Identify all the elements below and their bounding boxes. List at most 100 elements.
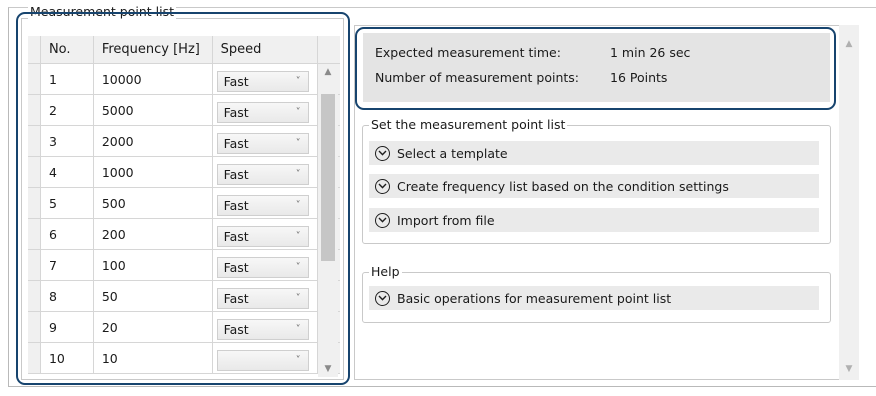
point-count-label: Number of measurement points:	[375, 70, 579, 85]
expected-time-value: 1 min 26 sec	[610, 45, 691, 60]
create-frequency-list-expander[interactable]: Create frequency list based on the condi…	[369, 174, 819, 198]
cell-no[interactable]: 5	[40, 187, 94, 219]
expander-label: Create frequency list based on the condi…	[397, 178, 729, 194]
table-row[interactable]: 4 1000 Fast ˅	[28, 156, 340, 188]
cell-frequency[interactable]: 20	[93, 311, 213, 343]
cell-no[interactable]: 3	[40, 125, 94, 157]
cell-frequency[interactable]: 100	[93, 249, 213, 281]
cell-frequency[interactable]: 10000	[93, 63, 213, 95]
speed-dropdown[interactable]: Fast ˅	[216, 257, 309, 278]
table-row[interactable]: 3 2000 Fast ˅	[28, 125, 340, 157]
column-header-speed[interactable]: Speed	[212, 36, 318, 64]
chevron-down-icon: ˅	[295, 107, 301, 118]
speed-value: Fast	[223, 136, 249, 151]
table-row[interactable]: 8 50 Fast ˅	[28, 280, 340, 312]
speed-dropdown[interactable]: ˅	[216, 350, 309, 371]
speed-dropdown[interactable]: Fast ˅	[216, 226, 309, 247]
row-header[interactable]	[28, 187, 41, 219]
table-row[interactable]: 5 500 Fast ˅	[28, 187, 340, 219]
cell-frequency[interactable]: 5000	[93, 94, 213, 126]
chevron-down-icon: ˅	[295, 262, 301, 273]
cell-speed: Fast ˅	[212, 125, 318, 157]
expand-circle-icon	[375, 290, 390, 306]
expand-circle-icon	[375, 178, 390, 194]
scroll-up-icon[interactable]: ▲	[318, 67, 338, 77]
expand-circle-icon	[375, 212, 390, 228]
row-header[interactable]	[28, 249, 41, 281]
speed-value: Fast	[223, 260, 249, 275]
measurement-point-list-title: Measurement point list	[28, 5, 177, 19]
row-header-corner	[28, 36, 41, 64]
cell-no[interactable]: 2	[40, 94, 94, 126]
cell-frequency[interactable]: 1000	[93, 156, 213, 188]
speed-value: Fast	[223, 322, 249, 337]
speed-dropdown[interactable]: Fast ˅	[216, 288, 309, 309]
cell-speed: Fast ˅	[212, 63, 318, 95]
cell-no[interactable]: 1	[40, 63, 94, 95]
cell-no[interactable]: 9	[40, 311, 94, 343]
basic-operations-expander[interactable]: Basic operations for measurement point l…	[369, 286, 819, 310]
cell-frequency[interactable]: 50	[93, 280, 213, 312]
column-header-no[interactable]: No.	[40, 36, 94, 64]
cell-speed: Fast ˅	[212, 156, 318, 188]
row-header[interactable]	[28, 342, 41, 374]
row-header[interactable]	[28, 156, 41, 188]
panel-vertical-scrollbar[interactable]: ▲ ▼	[839, 25, 859, 380]
cell-speed: ˅	[212, 342, 318, 374]
measurement-point-grid: No. Frequency [Hz] Speed 1 10000 Fast ˅ 2 500…	[28, 36, 340, 380]
table-row[interactable]: 1 10000 Fast ˅	[28, 63, 340, 95]
speed-dropdown[interactable]: Fast ˅	[216, 71, 309, 92]
table-row[interactable]: 9 20 Fast ˅	[28, 311, 340, 343]
row-header[interactable]	[28, 311, 41, 343]
import-from-file-expander[interactable]: Import from file	[369, 208, 819, 232]
expand-circle-icon	[375, 145, 390, 161]
table-row[interactable]: 7 100 Fast ˅	[28, 249, 340, 281]
column-header-frequency[interactable]: Frequency [Hz]	[93, 36, 213, 64]
row-header[interactable]	[28, 125, 41, 157]
scroll-down-icon[interactable]: ▼	[839, 364, 859, 374]
cell-no[interactable]: 4	[40, 156, 94, 188]
scrollbar-thumb[interactable]	[321, 94, 335, 261]
chevron-down-icon: ˅	[295, 169, 301, 180]
measurement-summary-panel	[363, 33, 830, 102]
cell-frequency[interactable]: 10	[93, 342, 213, 374]
cell-speed: Fast ˅	[212, 218, 318, 250]
chevron-down-icon: ˅	[295, 231, 301, 242]
scroll-down-icon[interactable]: ▼	[318, 364, 338, 374]
column-header-filler	[317, 36, 340, 64]
row-header[interactable]	[28, 63, 41, 95]
speed-dropdown[interactable]: Fast ˅	[216, 102, 309, 123]
expander-label: Import from file	[397, 212, 495, 228]
cell-frequency[interactable]: 500	[93, 187, 213, 219]
speed-dropdown[interactable]: Fast ˅	[216, 133, 309, 154]
cell-no[interactable]: 8	[40, 280, 94, 312]
select-template-expander[interactable]: Select a template	[369, 141, 819, 165]
cell-no[interactable]: 6	[40, 218, 94, 250]
list-vertical-scrollbar[interactable]: ▲ ▼	[318, 64, 338, 377]
chevron-down-icon: ˅	[295, 324, 301, 335]
measurement-point-table: No. Frequency [Hz] Speed 1 10000 Fast ˅ 2 500…	[28, 36, 340, 374]
row-header[interactable]	[28, 218, 41, 250]
expander-label: Basic operations for measurement point l…	[397, 290, 672, 306]
speed-dropdown[interactable]: Fast ˅	[216, 195, 309, 216]
cell-frequency[interactable]: 200	[93, 218, 213, 250]
cell-frequency[interactable]: 2000	[93, 125, 213, 157]
table-row[interactable]: 6 200 Fast ˅	[28, 218, 340, 250]
cell-no[interactable]: 7	[40, 249, 94, 281]
row-header[interactable]	[28, 94, 41, 126]
table-row[interactable]: 2 5000 Fast ˅	[28, 94, 340, 126]
expander-label: Select a template	[397, 145, 508, 161]
cell-speed: Fast ˅	[212, 311, 318, 343]
speed-dropdown[interactable]: Fast ˅	[216, 164, 309, 185]
table-row[interactable]: 10 10 ˅	[28, 342, 340, 374]
scroll-up-icon[interactable]: ▲	[839, 39, 859, 49]
table-header-row: No. Frequency [Hz] Speed	[28, 36, 340, 64]
speed-value: Fast	[223, 291, 249, 306]
chevron-down-icon: ˅	[295, 76, 301, 87]
cell-no[interactable]: 10	[40, 342, 94, 374]
speed-dropdown[interactable]: Fast ˅	[216, 319, 309, 340]
row-header[interactable]	[28, 280, 41, 312]
speed-value: Fast	[223, 229, 249, 244]
chevron-down-icon: ˅	[295, 355, 301, 366]
speed-value: Fast	[223, 167, 249, 182]
